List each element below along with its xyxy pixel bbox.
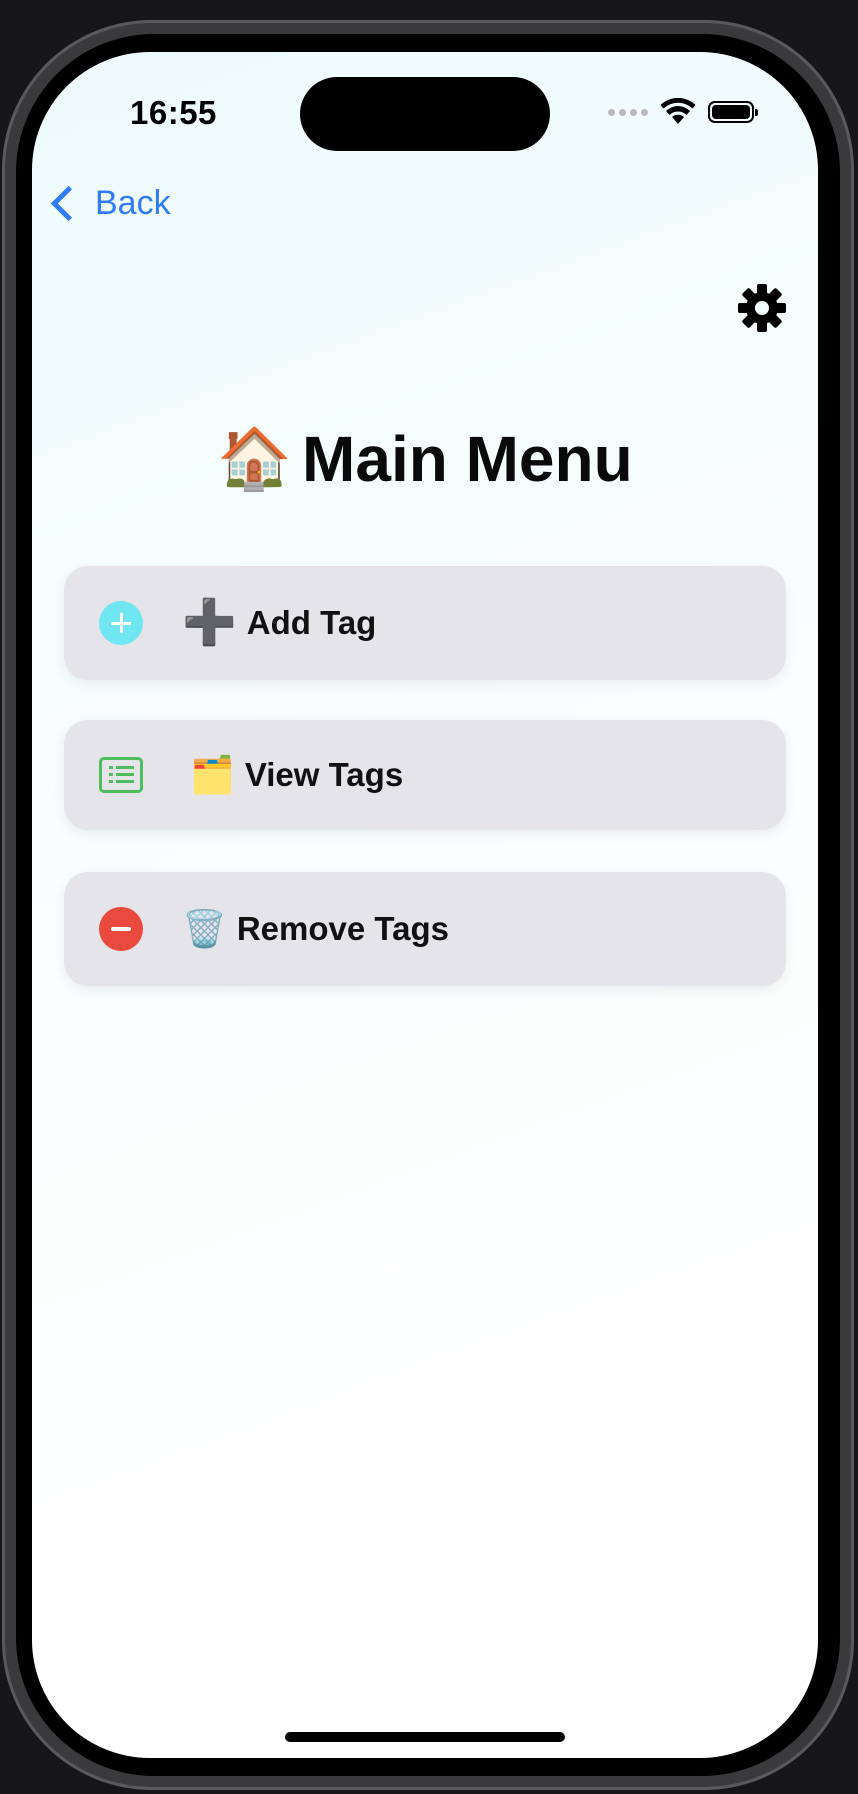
add-tag-label: ➕ Add Tag: [182, 601, 376, 645]
remove-tags-text: Remove Tags: [236, 910, 449, 947]
back-label: Back: [95, 184, 171, 222]
page-title: 🏠 Main Menu: [32, 422, 818, 496]
chevron-left-icon: [50, 185, 87, 222]
wifi-icon: [660, 98, 696, 124]
view-tags-text: View Tags: [244, 756, 404, 793]
battery-icon: [708, 101, 758, 123]
heavy-plus-icon: ➕: [182, 598, 237, 647]
card-index-dividers-icon: 🗂️: [190, 754, 235, 795]
page-title-text: Main Menu: [302, 423, 633, 495]
plus-circle-icon: [99, 601, 143, 645]
add-tag-button[interactable]: ➕ Add Tag: [64, 566, 786, 680]
signal-icon: [608, 108, 648, 116]
back-button[interactable]: Back: [48, 184, 171, 223]
remove-tags-button[interactable]: 🗑️ Remove Tags: [64, 872, 786, 986]
gear-icon: [738, 284, 786, 332]
view-tags-button[interactable]: 🗂️ View Tags: [64, 720, 786, 830]
wastebasket-icon: 🗑️: [182, 908, 227, 949]
dynamic-island: [300, 77, 550, 151]
remove-tags-label: 🗑️ Remove Tags: [182, 910, 449, 948]
home-indicator[interactable]: [285, 1732, 565, 1742]
add-tag-text: Add Tag: [246, 604, 377, 641]
view-tags-label: 🗂️ View Tags: [190, 756, 403, 794]
house-emoji-icon: 🏠: [217, 425, 293, 492]
minus-circle-icon: [99, 907, 143, 951]
app-screen: 16:55 Back 🏠 Main Menu ➕ Add Tag 🗂️ View…: [32, 52, 818, 1758]
status-icons: [608, 98, 758, 126]
status-time: 16:55: [130, 94, 217, 131]
settings-button[interactable]: [736, 282, 788, 334]
list-icon: [99, 753, 143, 797]
